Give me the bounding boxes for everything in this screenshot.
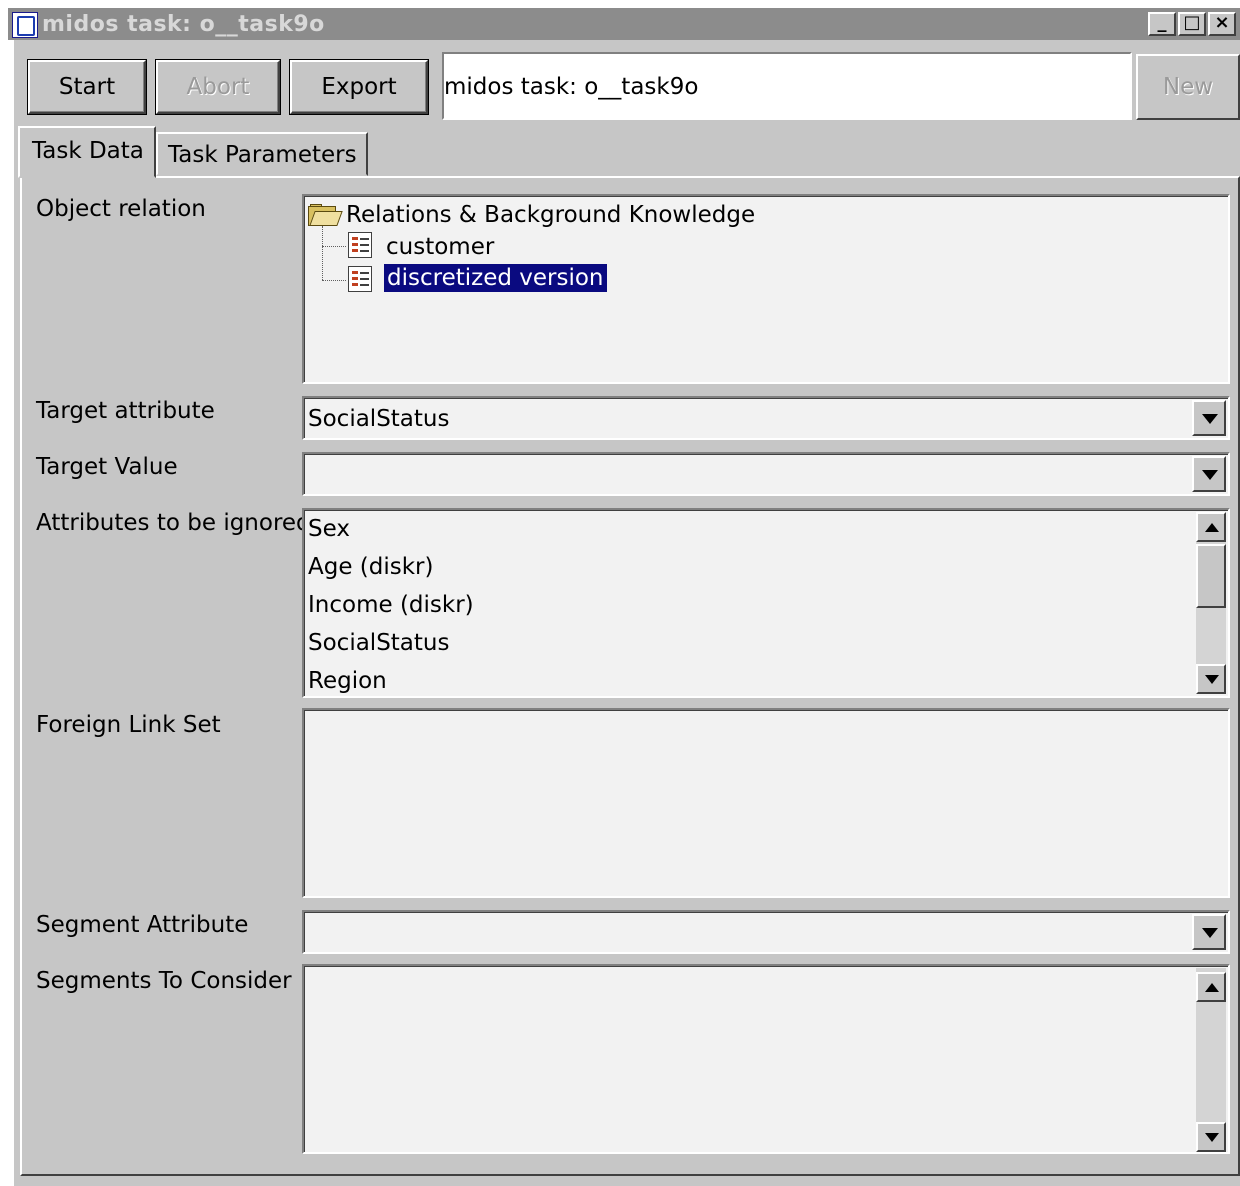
close-button[interactable]: × [1208, 12, 1236, 36]
document-icon [12, 12, 38, 38]
segments-to-consider-list[interactable] [302, 964, 1230, 1154]
foreign-link-set-label: Foreign Link Set [36, 712, 221, 738]
scroll-down-arrow-icon[interactable] [1196, 664, 1226, 694]
scroll-up-arrow-icon[interactable] [1196, 512, 1226, 542]
table-icon [348, 232, 372, 258]
object-relation-tree[interactable]: Relations & Background Knowledge custome… [302, 194, 1230, 384]
vertical-scrollbar[interactable] [1196, 968, 1226, 1152]
target-attribute-select[interactable]: SocialStatus [302, 396, 1230, 440]
target-attribute-label: Target attribute [36, 398, 215, 424]
window-title: midos task: o__task9o [42, 12, 325, 37]
list-item[interactable]: Region [308, 668, 387, 694]
segment-attribute-select[interactable] [302, 910, 1230, 954]
tree-root-label[interactable]: Relations & Background Knowledge [346, 202, 755, 228]
target-value-label: Target Value [36, 454, 178, 480]
tab-task-parameters[interactable]: Task Parameters [156, 132, 368, 176]
scroll-down-arrow-icon[interactable] [1196, 1122, 1226, 1152]
vertical-scrollbar[interactable] [1196, 512, 1226, 694]
object-relation-label: Object relation [36, 196, 206, 222]
chevron-down-icon[interactable] [1192, 456, 1226, 492]
task-name-field[interactable]: midos task: o__task9o [442, 52, 1132, 120]
folder-icon [308, 204, 343, 226]
start-button[interactable]: Start [28, 60, 146, 114]
tab-task-data[interactable]: Task Data [18, 126, 156, 178]
new-button[interactable]: New [1136, 54, 1240, 120]
list-item[interactable]: Age (diskr) [308, 554, 434, 580]
segments-to-consider-label: Segments To Consider [36, 968, 292, 994]
maximize-button[interactable]: □ [1178, 12, 1206, 36]
table-icon [348, 266, 372, 292]
target-attribute-value: SocialStatus [308, 406, 450, 432]
tree-item-customer[interactable]: customer [386, 234, 494, 260]
abort-button[interactable]: Abort [156, 60, 280, 114]
export-button[interactable]: Export [290, 60, 428, 114]
scroll-thumb[interactable] [1196, 544, 1226, 608]
chevron-down-icon[interactable] [1192, 914, 1226, 950]
tree-item-discretized-version[interactable]: discretized version [384, 264, 607, 292]
minimize-button[interactable]: _ [1148, 12, 1176, 36]
scroll-up-arrow-icon[interactable] [1196, 972, 1226, 1002]
title-bar[interactable]: midos task: o__task9o _ □ × [8, 8, 1240, 40]
segment-attribute-label: Segment Attribute [36, 912, 249, 938]
foreign-link-set-list[interactable] [302, 708, 1230, 898]
list-item[interactable]: SocialStatus [308, 630, 449, 656]
target-value-select[interactable] [302, 452, 1230, 496]
ignored-attributes-list[interactable]: Sex Age (diskr) Income (diskr) SocialSta… [302, 508, 1230, 698]
list-item[interactable]: Sex [308, 516, 350, 542]
list-item[interactable]: Income (diskr) [308, 592, 474, 618]
chevron-down-icon[interactable] [1192, 400, 1226, 436]
ignored-attributes-label: Attributes to be ignored [36, 510, 311, 536]
